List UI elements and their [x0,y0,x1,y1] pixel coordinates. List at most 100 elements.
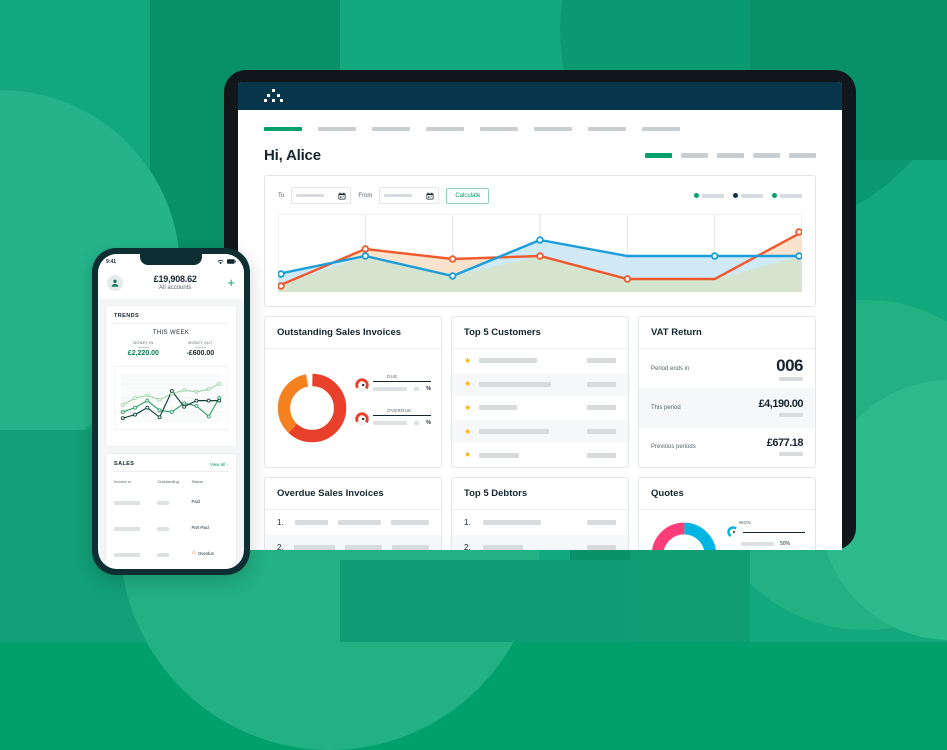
vat-value: £677.18 [766,437,804,450]
table-row[interactable]: Paid [114,488,228,514]
nav-item-2[interactable] [318,127,356,131]
nav-item-4[interactable] [426,127,464,131]
card-top-5-customers: Top 5 Customers ★ ★ ★ ★ ★ [451,316,629,468]
to-date-input[interactable] [291,187,352,204]
customer-name [479,429,550,435]
list-item[interactable]: ★ [452,372,628,397]
dashboard-row-2: Overdue Sales Invoices 1. 2. Top 5 Debto… [264,477,816,550]
money-out-value: -£600.00 [186,350,215,357]
table-row[interactable]: Unpaid [114,566,228,569]
balance-subtitle: All accounts [159,285,192,291]
from-date-input[interactable] [379,187,440,204]
row-cell-3 [587,545,616,550]
list-item[interactable]: ★ [452,443,628,467]
column-status: Status [191,479,203,484]
gauge-due: DUE % [355,374,431,392]
gauge-rule [373,381,431,382]
to-label: To [278,192,285,199]
customer-amount [587,381,616,387]
card-vat-return: VAT Return Period ends in 006 This perio… [638,316,816,468]
avatar-icon [111,279,119,287]
outstanding-donut-chart [277,373,347,443]
calendar-icon[interactable] [426,192,434,200]
legend-label [741,193,763,198]
card-title: VAT Return [639,317,815,349]
nav-item-6[interactable] [534,127,572,131]
table-row[interactable]: 2. [265,535,441,550]
legend-dot-icon [733,193,738,198]
header-actions [645,153,816,158]
calendar-icon[interactable] [338,192,346,200]
legend-item-1[interactable] [694,193,724,198]
phone-card-sales: SALES View all › Invoice nr Outstanding … [105,453,237,569]
star-icon: ★ [464,426,472,436]
header-action-3[interactable] [717,153,744,158]
warning-icon: ⚠ [191,550,196,556]
vat-row-this-period: This period £4,190.00 [639,388,815,428]
card-title: Top 5 Customers [452,317,628,349]
tablet-device: Hi, Alice To From Calculate Outstanding … [224,70,856,550]
vat-label: Previous periods [651,444,696,451]
page-title: Hi, Alice [264,147,321,164]
gauge-percent: % [426,420,431,426]
legend-item-3[interactable] [772,193,802,198]
card-title: TRENDS [114,313,140,319]
gauge-amount [373,421,408,425]
nav-item-8[interactable] [642,127,680,131]
quotes-amount [741,542,774,546]
table-header: Invoice nr Outstanding Status [114,476,228,488]
gauge-label: DUE [387,374,398,379]
phone-device: 9:41 £19,908.62 All accounts + TRENDS TH… [92,248,250,575]
card-body: WON 50% [639,510,815,550]
list-item[interactable]: ★ [452,396,628,420]
nav-item-5[interactable] [480,127,518,131]
header-action-1[interactable] [645,153,672,158]
list-item[interactable]: ★ [452,419,628,444]
header-action-5[interactable] [789,153,816,158]
list-item[interactable]: ★ [452,349,628,373]
from-label: From [358,192,373,199]
customer-name [479,452,520,458]
bg-shape [340,560,630,642]
row-cell-2 [345,545,383,550]
legend-label [702,193,724,198]
table-row[interactable]: Part Paid [114,514,228,540]
customer-amount [587,358,616,364]
phone-screen: 9:41 £19,908.62 All accounts + TRENDS TH… [98,254,244,569]
table-row[interactable]: 1. [265,510,441,535]
balance-amount: £19,908.62 [153,274,197,284]
phone-card-trends: TRENDS THIS WEEK MONEY IN £2,220.00 MONE… [105,305,237,447]
gauge-overdue: OVERDUE % [355,408,431,426]
wifi-icon [217,259,224,264]
gauge-percent: % [426,386,431,392]
battery-icon [227,259,236,264]
app-topbar [238,82,842,110]
nav-item-7[interactable] [588,127,626,131]
sage-logo-icon[interactable] [264,89,284,103]
nav-item-3[interactable] [372,127,410,131]
card-title: SALES [114,461,135,467]
invoice-nr [114,527,140,531]
header-action-4[interactable] [753,153,780,158]
cashflow-panel: To From Calculate [264,175,816,307]
nav-item-1[interactable] [264,127,302,131]
legend-item-2[interactable] [733,193,763,198]
calculate-button[interactable]: Calculate [446,187,490,204]
table-row[interactable]: ⚠ Overdue [114,540,228,566]
header-action-2[interactable] [681,153,708,158]
card-quotes: Quotes WON 50% [638,477,816,550]
table-row[interactable]: 2. [452,535,628,550]
view-all-link[interactable]: View all › [210,462,228,467]
table-row[interactable]: 1. [452,510,628,535]
quotes-legend-label: WON [739,520,751,525]
phone-status-bar: 9:41 [98,254,244,269]
vat-row-previous-periods: Previous periods £677.18 [639,428,815,467]
row-cell-3 [587,520,616,525]
phone-header: £19,908.62 All accounts + [98,269,244,299]
card-outstanding-sales-invoices: Outstanding Sales Invoices DUE % OVERDUE… [264,316,442,468]
avatar[interactable] [107,274,123,291]
outstanding [157,553,170,557]
vat-row-period-ends: Period ends in 006 [639,349,815,388]
star-icon: ★ [464,402,472,412]
add-button[interactable]: + [227,276,235,289]
